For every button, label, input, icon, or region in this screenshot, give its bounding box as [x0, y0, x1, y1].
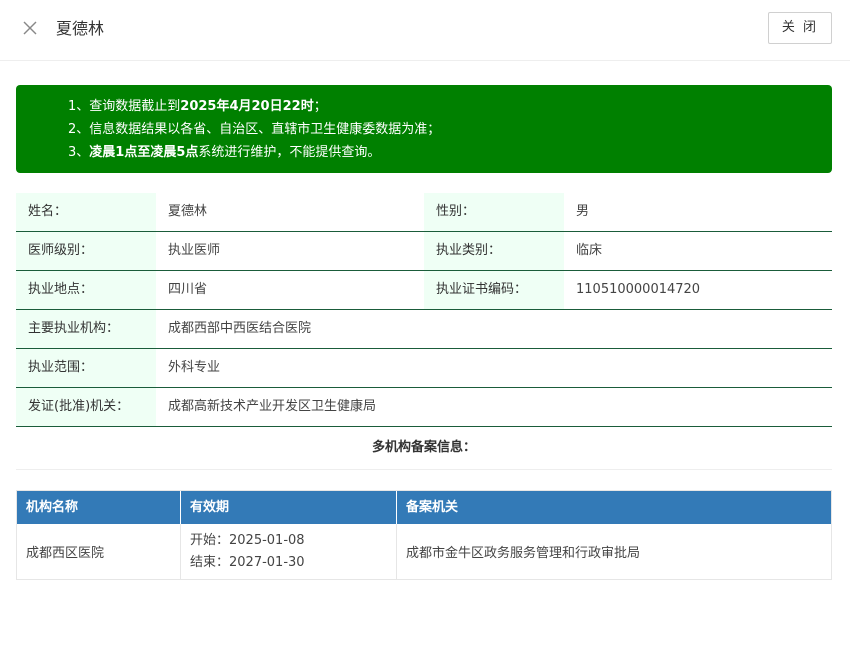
notice-line-1-suffix: ； — [313, 99, 327, 114]
column-header-authority: 备案机关 — [406, 500, 459, 515]
notice-line-1-prefix: 1、查询数据截止到 — [68, 99, 181, 114]
location-value: 四川省 — [168, 282, 208, 297]
close-icon[interactable] — [18, 16, 42, 40]
row-authority: 成都市金牛区政务服务管理和行政审批局 — [397, 524, 831, 579]
notice-line-1: 1、查询数据截止到2025年4月20日22时； — [68, 95, 832, 118]
notice-line-2: 2、信息数据结果以各省、自治区、直辖市卫生健康委数据为准； — [68, 122, 441, 137]
info-row: 执业范围： 外科专业 — [16, 349, 832, 388]
close-button[interactable]: 关 闭 — [768, 12, 832, 44]
name-label: 姓名： — [16, 193, 156, 231]
column-header-validity: 有效期 — [181, 491, 397, 524]
column-header-org: 机构名称 — [17, 491, 181, 524]
issuer-value: 成都高新技术产业开发区卫生健康局 — [168, 399, 377, 414]
name-value: 夏德林 — [168, 204, 208, 219]
level-label: 医师级别： — [16, 232, 156, 270]
category-value: 临床 — [576, 243, 603, 258]
notice-line-3-suffix: 系统进行维护，不能提供查询。 — [198, 145, 381, 160]
info-row: 医师级别： 执业医师 执业类别： 临床 — [16, 232, 832, 271]
gender-value: 男 — [576, 204, 590, 219]
table-header: 机构名称 有效期 备案机关 — [17, 491, 831, 524]
dialog-title: 夏德林 — [56, 19, 105, 38]
row-start-date: 开始：2025-01-08 — [190, 532, 305, 548]
dialog-header: 夏德林 关 闭 — [0, 0, 850, 61]
row-org-text: 成都西区医院 — [26, 546, 105, 561]
row-authority-text: 成都市金牛区政务服务管理和行政审批局 — [406, 546, 641, 561]
row-validity: 开始：2025-01-08 结束：2027-01-30 — [181, 524, 397, 579]
row-end-date: 结束：2027-01-30 — [190, 554, 305, 570]
cert-label: 执业证书编码： — [424, 271, 564, 309]
notice-line-1-bold: 2025年4月20日22时 — [180, 99, 314, 114]
notice-banner: 1、查询数据截止到2025年4月20日22时； 2、信息数据结果以各省、自治区、… — [16, 85, 832, 173]
notice-line-3: 3、凌晨1点至凌晨5点系统进行维护，不能提供查询。 — [68, 141, 832, 164]
issuer-label: 发证(批准)机关： — [16, 388, 156, 426]
scope-value: 外科专业 — [168, 360, 221, 375]
info-row: 姓名： 夏德林 性别： 男 — [16, 193, 832, 232]
doctor-info-table: 姓名： 夏德林 性别： 男 医师级别： 执业医师 执业类别： 临床 执业地点： … — [16, 193, 832, 427]
row-org: 成都西区医院 — [17, 524, 181, 579]
multi-org-table: 机构名称 有效期 备案机关 成都西区医院 开始：2025-01-08 结束：20… — [16, 490, 832, 580]
gender-label: 性别： — [424, 193, 564, 231]
level-value: 执业医师 — [168, 243, 221, 258]
scope-label: 执业范围： — [16, 349, 156, 387]
org-value: 成都西部中西医结合医院 — [168, 321, 312, 336]
info-row: 发证(批准)机关： 成都高新技术产业开发区卫生健康局 — [16, 388, 832, 427]
notice-line-3-prefix: 3、 — [68, 145, 90, 160]
location-label: 执业地点： — [16, 271, 156, 309]
notice-line-3-bold: 凌晨1点至凌晨5点 — [89, 145, 199, 160]
multi-org-title: 多机构备案信息： — [16, 428, 832, 470]
cert-value: 110510000014720 — [576, 282, 701, 297]
category-label: 执业类别： — [424, 232, 564, 270]
info-row: 执业地点： 四川省 执业证书编码： 110510000014720 — [16, 271, 832, 310]
table-row: 成都西区医院 开始：2025-01-08 结束：2027-01-30 成都市金牛… — [17, 524, 831, 579]
info-row: 主要执业机构： 成都西部中西医结合医院 — [16, 310, 832, 349]
org-label: 主要执业机构： — [16, 310, 156, 348]
